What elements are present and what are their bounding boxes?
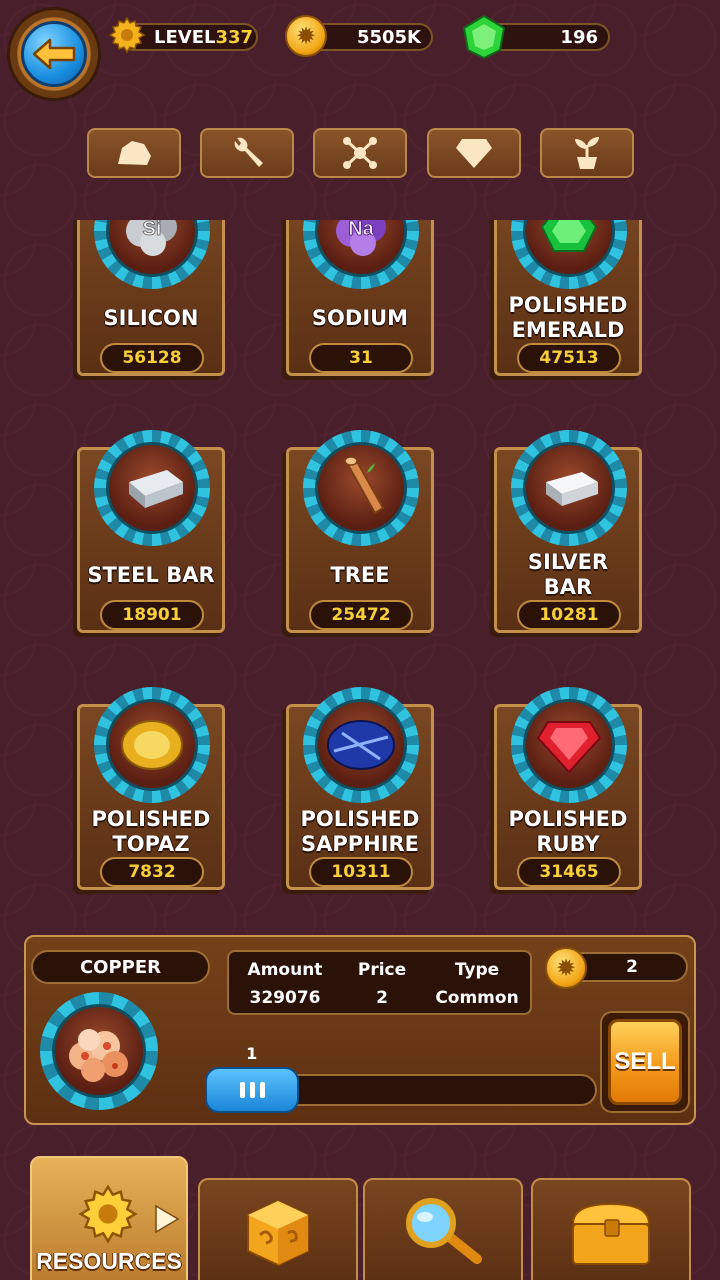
resource-card-sodium[interactable]: Na SODIUM 31 [286,220,434,376]
ruby-icon [523,699,615,791]
resource-count: 56128 [100,343,204,373]
nav-resources-label: RESOURCES [36,1248,182,1274]
selected-resource-name: COPPER [31,950,210,984]
treasure-chest-icon [571,1202,651,1265]
slider-handle[interactable] [205,1067,300,1113]
resource-card-polished-emerald[interactable]: POLISHED EMERALD 47513 [494,220,642,376]
coin-icon: ✹ [545,947,587,989]
resource-name: POLISHED RUBY [508,807,628,856]
silver-bar-icon [523,442,615,534]
resource-name: SILICON [103,305,199,330]
gem-icon [460,14,508,60]
resource-name: POLISHED SAPPHIRE [300,807,420,856]
price-value: 2 [376,988,388,1008]
resource-card-steel-bar[interactable]: STEEL BAR 18901 [77,430,225,633]
gear-frame [511,687,627,803]
gear-frame [511,220,627,289]
coin-icon: ✹ [285,15,327,57]
silicon-symbol: Si [143,220,162,240]
gear-frame [303,687,419,803]
coins-value: 5505K [356,26,421,48]
rock-icon [118,141,151,165]
copper-icon [52,1004,146,1098]
sodium-symbol: Na [348,220,374,240]
sell-button-frame: SELL [600,1011,690,1113]
gear-frame [511,430,627,546]
sell-button[interactable]: SELL [608,1019,682,1105]
resource-count: 18901 [100,600,204,630]
resource-count: 47513 [517,343,621,373]
level-gear-icon [107,15,147,55]
type-value: Common [435,988,519,1008]
cube-icon [247,1199,309,1267]
silicon-icon: Si [106,220,198,277]
resource-count: 25472 [309,600,413,630]
resource-count: 31465 [517,857,621,887]
amount-label: Amount [247,960,323,980]
wrench-icon [234,137,263,167]
steel-bar-icon [106,442,198,534]
magnifier-icon [406,1198,482,1264]
resource-count: 10311 [309,857,413,887]
tab-plants[interactable] [540,128,634,178]
back-button[interactable] [10,10,98,98]
selected-resource-frame [40,992,158,1110]
resource-name: TREE [330,562,390,587]
resource-grid[interactable]: Si SILICON 56128 Na SODIUM 31 POLISHED E… [60,220,660,910]
gear-frame: Si [94,220,210,289]
resource-card-polished-topaz[interactable]: POLISHED TOPAZ 7832 [77,687,225,890]
emerald-icon [523,220,615,277]
gear-icon [78,1184,138,1244]
resource-count: 7832 [100,857,204,887]
sapphire-icon [315,699,407,791]
resource-name: SILVER BAR [527,550,609,599]
gear-frame [94,430,210,546]
resource-count: 31 [309,343,413,373]
play-arrow-icon [155,1204,180,1234]
nav-resources[interactable]: RESOURCES [30,1156,188,1280]
amount-value: 329076 [249,988,321,1008]
diamond-icon [456,139,492,168]
resource-card-polished-ruby[interactable]: POLISHED RUBY 31465 [494,687,642,890]
resource-card-polished-sapphire[interactable]: POLISHED SAPPHIRE 10311 [286,687,434,890]
level-value: 337 [215,26,254,48]
gear-frame: Na [303,220,419,289]
resource-name: POLISHED EMERALD [508,293,628,342]
resource-card-silver-bar[interactable]: SILVER BAR 10281 [494,430,642,633]
back-arrow-icon [21,21,87,87]
molecule-icon [343,137,377,169]
plant-icon [575,137,599,169]
slider-value: 1 [246,1044,258,1063]
resource-name: SODIUM [311,305,409,330]
tab-gems[interactable] [427,128,521,178]
tab-tools[interactable] [200,128,294,178]
resource-name: POLISHED TOPAZ [91,807,211,856]
tab-elements[interactable] [313,128,407,178]
level-label: LEVEL [154,26,216,48]
gear-frame [94,687,210,803]
resource-card-silicon[interactable]: Si SILICON 56128 [77,220,225,376]
log-icon [315,442,407,534]
stats-box: Amount 329076 Price 2 Type Common [227,950,532,1015]
topaz-icon [106,699,198,791]
gems-value: 196 [560,26,598,48]
nav-search[interactable] [363,1178,523,1280]
tab-rocks[interactable] [87,128,181,178]
nav-chest[interactable] [531,1178,691,1280]
price-label: Price [357,960,407,980]
resource-count: 10281 [517,600,621,630]
nav-crafting[interactable] [198,1178,358,1280]
type-label: Type [454,960,500,980]
gear-frame [303,430,419,546]
sodium-icon: Na [315,220,407,277]
resource-card-tree[interactable]: TREE 25472 [286,430,434,633]
resource-name: STEEL BAR [87,562,215,587]
